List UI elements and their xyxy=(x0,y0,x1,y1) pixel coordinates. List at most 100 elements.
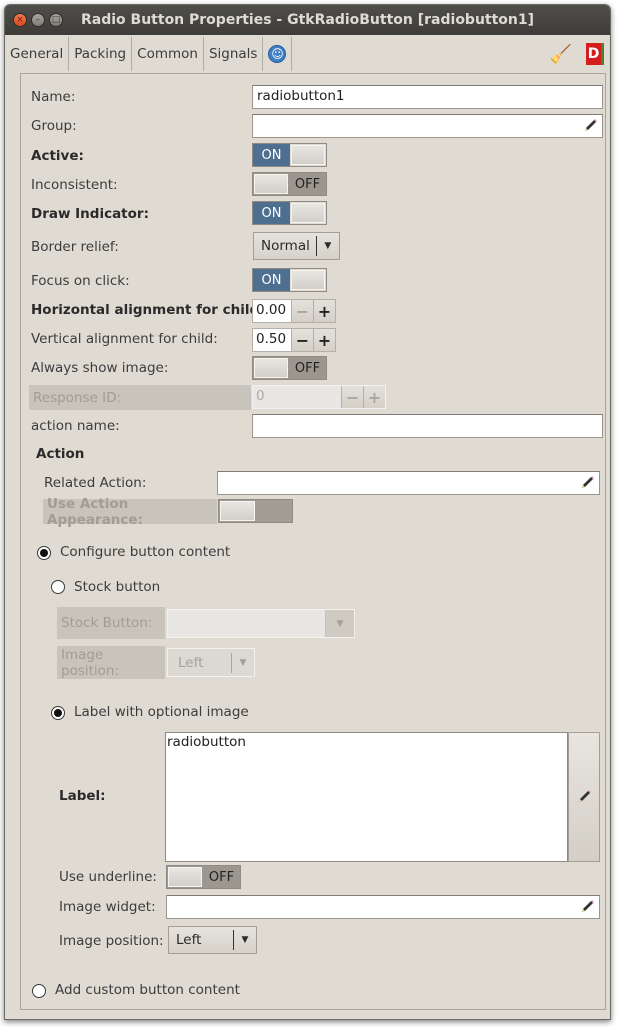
maximize-button[interactable]: □ xyxy=(49,13,63,27)
custom-content-radio[interactable] xyxy=(32,984,46,998)
configure-content-radio[interactable] xyxy=(37,546,51,560)
switch-knob xyxy=(254,358,288,378)
dropdown-arrow-icon: ▼ xyxy=(324,241,332,251)
switch-state: ON xyxy=(253,202,290,224)
image-widget-input[interactable] xyxy=(166,895,600,919)
always-show-image-switch[interactable]: OFF xyxy=(252,356,327,380)
switch-knob xyxy=(254,174,288,194)
label-edit-button[interactable] xyxy=(568,732,600,862)
spin-value[interactable]: 0.00 xyxy=(253,300,291,322)
switch-state: OFF xyxy=(208,869,235,885)
valign-spinner[interactable]: 0.50− + xyxy=(252,328,336,352)
combo-value: Normal xyxy=(261,238,310,254)
draw-indicator-switch[interactable]: ON xyxy=(252,201,327,225)
label-textarea[interactable]: radiobutton xyxy=(165,732,568,862)
configure-content-label: Configure button content xyxy=(60,544,231,560)
image-position-combo[interactable]: Left ▼ xyxy=(168,926,257,954)
switch-knob xyxy=(291,270,325,290)
close-icon: × xyxy=(16,15,24,25)
switch-state: ON xyxy=(253,144,290,166)
stock-image-position-combo: Left ▼ xyxy=(167,648,255,677)
name-input[interactable]: radiobutton1 xyxy=(252,85,603,109)
response-id-spinner: 0− + xyxy=(252,385,386,409)
action-name-label: action name: xyxy=(31,418,120,434)
maximize-icon: □ xyxy=(51,15,61,25)
combo-value: Left xyxy=(176,932,202,948)
use-action-appearance-label: Use Action Appearance: xyxy=(43,496,217,528)
draw-indicator-label: Draw Indicator: xyxy=(31,206,149,222)
tab-general[interactable]: General xyxy=(5,37,70,71)
general-panel: Name: radiobutton1 Group: Active: ON Inc… xyxy=(20,73,606,1010)
related-action-input[interactable] xyxy=(217,471,600,495)
tab-packing[interactable]: Packing xyxy=(69,37,133,71)
stock-button-field-label: Stock Button: xyxy=(57,607,165,639)
image-position-label: Image position: xyxy=(59,933,164,949)
switch-state: OFF xyxy=(294,176,321,192)
use-underline-switch[interactable]: OFF xyxy=(166,865,241,889)
action-heading: Action xyxy=(36,446,85,462)
minimize-button[interactable]: – xyxy=(31,13,45,27)
accessibility-icon: ☺ xyxy=(268,45,287,63)
active-label: Active: xyxy=(31,148,84,164)
active-switch[interactable]: ON xyxy=(252,143,327,167)
dropdown-arrow-icon: ▼ xyxy=(239,657,247,668)
stock-image-position-label: Image position: xyxy=(57,646,165,679)
combo-value: Left xyxy=(178,654,204,671)
focus-on-click-label: Focus on click: xyxy=(31,273,130,289)
label-field-label: Label: xyxy=(59,788,106,804)
decrement-button[interactable]: − xyxy=(291,329,313,351)
pencil-icon[interactable] xyxy=(579,899,595,915)
custom-content-label: Add custom button content xyxy=(55,982,240,998)
tab-common[interactable]: Common xyxy=(132,37,204,71)
pencil-icon[interactable] xyxy=(582,118,598,134)
inconsistent-label: Inconsistent: xyxy=(31,177,118,193)
tab-bar: General Packing Common Signals ☺ 🧹 D xyxy=(5,37,610,71)
decrement-button[interactable]: − xyxy=(291,300,313,322)
switch-state: ON xyxy=(253,269,290,291)
spin-value[interactable]: 0.50 xyxy=(253,329,291,351)
valign-label: Vertical alignment for child: xyxy=(31,331,218,347)
devhelp-book-icon[interactable]: D xyxy=(586,43,604,65)
properties-window: × – □ Radio Button Properties - GtkRadio… xyxy=(4,4,611,1020)
border-relief-label: Border relief: xyxy=(31,239,119,255)
close-button[interactable]: × xyxy=(13,13,27,27)
border-relief-combo[interactable]: Normal ▼ xyxy=(253,232,340,260)
tab-signals[interactable]: Signals xyxy=(204,37,264,71)
clear-broom-icon[interactable]: 🧹 xyxy=(550,44,572,65)
use-underline-label: Use underline: xyxy=(59,869,157,885)
window-title: Radio Button Properties - GtkRadioButton… xyxy=(81,12,535,28)
response-id-label: Response ID: xyxy=(29,385,251,410)
inconsistent-switch[interactable]: OFF xyxy=(252,172,327,196)
halign-label: Horizontal alignment for child: xyxy=(31,302,265,318)
minimize-icon: – xyxy=(35,15,41,25)
title-bar: × – □ Radio Button Properties - GtkRadio… xyxy=(5,5,610,35)
always-show-image-label: Always show image: xyxy=(31,360,169,376)
related-action-label: Related Action: xyxy=(44,475,147,491)
group-input[interactable] xyxy=(252,114,603,138)
decrement-button: − xyxy=(341,386,363,408)
increment-button: + xyxy=(363,386,385,408)
action-name-input[interactable] xyxy=(252,414,603,438)
stock-button-label: Stock button xyxy=(74,579,161,595)
switch-knob xyxy=(168,867,202,887)
label-with-image-label: Label with optional image xyxy=(74,704,249,720)
image-widget-label: Image widget: xyxy=(59,899,156,915)
label-with-image-radio[interactable] xyxy=(51,706,65,720)
focus-on-click-switch[interactable]: ON xyxy=(252,268,327,292)
dropdown-arrow-icon: ▼ xyxy=(325,610,354,637)
tab-accessibility[interactable]: ☺ xyxy=(263,37,293,71)
switch-knob xyxy=(291,145,325,165)
switch-knob xyxy=(220,501,255,521)
halign-spinner[interactable]: 0.00− + xyxy=(252,299,336,323)
switch-knob xyxy=(291,203,325,223)
increment-button[interactable]: + xyxy=(313,329,335,351)
spin-value: 0 xyxy=(253,386,341,408)
use-action-appearance-switch xyxy=(218,499,293,523)
stock-button-combo: ▼ xyxy=(167,609,355,638)
pencil-icon xyxy=(579,790,591,802)
pencil-icon[interactable] xyxy=(579,475,595,491)
increment-button[interactable]: + xyxy=(313,300,335,322)
stock-button-radio[interactable] xyxy=(51,580,65,594)
group-label: Group: xyxy=(31,118,77,134)
switch-state: OFF xyxy=(294,360,321,376)
